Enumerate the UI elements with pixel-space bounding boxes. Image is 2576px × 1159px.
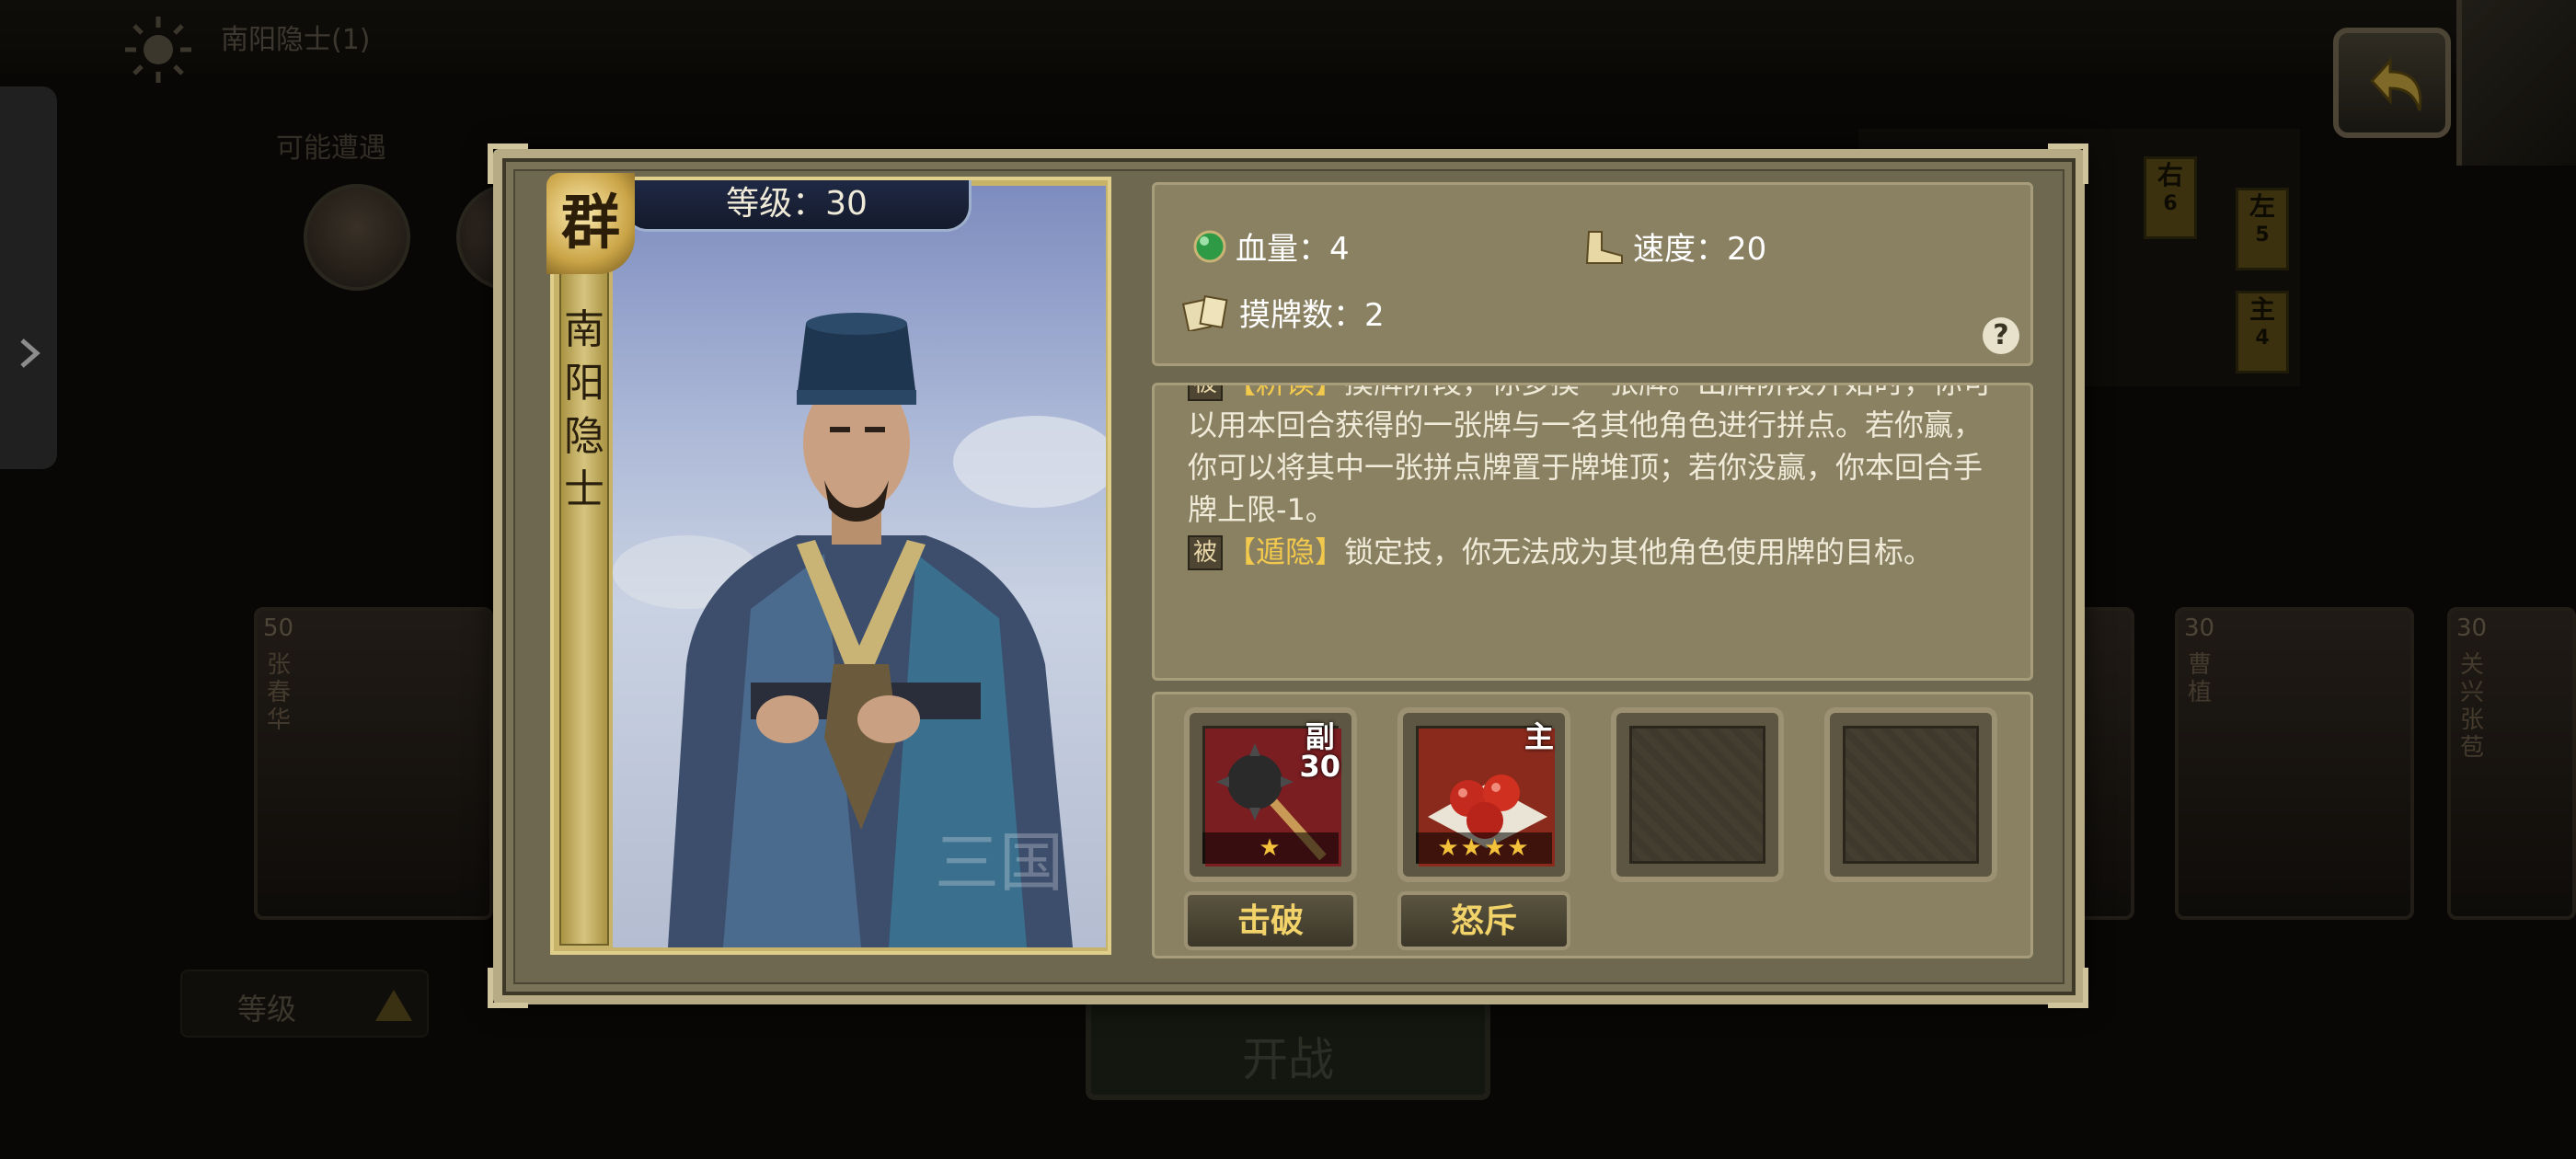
frame-corner	[488, 143, 528, 184]
hero-name-strip: 南 阳 隐 士	[559, 254, 609, 946]
empty-slot-icon	[1629, 726, 1765, 864]
star-rating: ★	[1202, 832, 1339, 864]
skill-name: 【耕读】	[1226, 383, 1345, 400]
frame-corner	[2048, 143, 2088, 184]
empty-equipment-slot[interactable]	[1611, 707, 1784, 882]
passive-tag: 被	[1188, 385, 1224, 401]
stats-panel: 血量：4 速度：20 摸牌数：2 ?	[1152, 182, 2033, 366]
hp-stat: 血量：4	[1191, 224, 1350, 273]
equipment-panel: 副 30 ★ 击破 主 ★★★★ 怒斥	[1152, 692, 2033, 958]
skill-entry: 被【遁隐】锁定技，你无法成为其他角色使用牌的目标。	[1188, 531, 2007, 573]
svg-text:三国: 三国	[935, 825, 1064, 901]
star-rating: ★★★★	[1416, 832, 1552, 864]
equipment-slot[interactable]: 主 ★★★★	[1397, 707, 1570, 882]
jade-orb-icon	[1191, 228, 1228, 273]
frame-corner	[2048, 968, 2088, 1008]
boot-icon	[1581, 228, 1626, 273]
skill-description: 摸牌阶段，你多摸一张牌。出牌阶段开始时，你可以用本回合获得的一张牌与一名其他角色…	[1188, 383, 1993, 527]
skill-text: 被【耕读】摸牌阶段，你多摸一张牌。出牌阶段开始时，你可以用本回合获得的一张牌与一…	[1188, 383, 2007, 573]
draw-count-stat: 摸牌数：2	[1181, 290, 1385, 339]
faction-badge: 群	[546, 173, 635, 274]
hero-name: 南 阳 隐 士	[564, 306, 604, 513]
hero-portrait-card: 三国 等级：30 南 阳 隐 士 群	[546, 173, 1111, 955]
skill-description-panel[interactable]: 被【耕读】摸牌阶段，你多摸一张牌。出牌阶段开始时，你可以用本回合获得的一张牌与一…	[1152, 383, 2033, 681]
skill-entry: 被【耕读】摸牌阶段，你多摸一张牌。出牌阶段开始时，你可以用本回合获得的一张牌与一…	[1188, 383, 2007, 531]
equipment-action-button[interactable]: 怒斥	[1397, 891, 1570, 950]
help-button[interactable]: ?	[1983, 317, 2019, 354]
empty-slot-icon	[1843, 726, 1979, 864]
cards-icon	[1181, 294, 1232, 339]
hero-artwork: 三国	[613, 186, 1106, 947]
frame-corner	[488, 968, 528, 1008]
equipment-slot[interactable]: 副 30 ★	[1184, 707, 1357, 882]
skill-name: 【遁隐】	[1226, 534, 1345, 569]
level-plate: 等级：30	[622, 180, 972, 232]
equipment-action-button[interactable]: 击破	[1184, 891, 1357, 950]
passive-tag: 被	[1188, 535, 1224, 570]
speed-stat: 速度：20	[1581, 224, 1766, 273]
empty-equipment-slot[interactable]	[1824, 707, 1997, 882]
skill-description: 锁定技，你无法成为其他角色使用牌的目标。	[1344, 534, 1934, 569]
